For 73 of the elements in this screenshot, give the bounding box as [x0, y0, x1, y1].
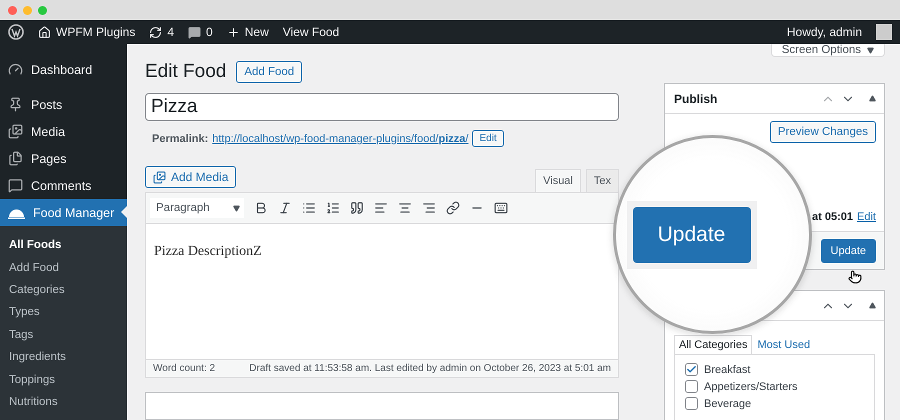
format-select[interactable]: Paragraph [150, 198, 244, 218]
sidebar-item[interactable]: Dashboard [0, 56, 127, 83]
align-center-icon[interactable] [398, 201, 412, 216]
submenu-item[interactable]: Nutritions [0, 390, 127, 414]
home-icon [38, 26, 51, 38]
category-checkbox[interactable] [685, 397, 698, 410]
greeting-link[interactable]: Howdy, admin [786, 25, 862, 39]
wordpress-logo[interactable] [8, 24, 24, 40]
link-icon[interactable] [446, 201, 460, 216]
collapse-icon[interactable] [869, 302, 876, 309]
sidebar-item[interactable]: Media [0, 118, 127, 145]
submenu-item[interactable]: Add Food [0, 256, 127, 279]
numbered-list-icon[interactable] [326, 201, 340, 216]
bold-icon[interactable] [254, 201, 268, 216]
submenu-item[interactable]: Types [0, 301, 127, 324]
updates-link[interactable]: 4 [149, 25, 174, 39]
category-checkbox[interactable] [685, 363, 698, 376]
new-link[interactable]: New [226, 25, 269, 39]
panel-title: Publish [674, 92, 718, 106]
align-right-icon[interactable] [422, 201, 436, 216]
dropdown-caret-icon [233, 204, 240, 212]
plus-icon [226, 26, 240, 38]
word-count: Word count: 2 [153, 362, 216, 374]
align-left-icon[interactable] [374, 201, 388, 216]
editor-tab[interactable]: Tex [586, 169, 619, 192]
add-media-button[interactable]: Add Media [145, 166, 236, 188]
collapse-icon[interactable] [869, 95, 876, 102]
toolbar-toggle-icon[interactable] [494, 201, 508, 216]
editor-content[interactable]: Pizza DescriptionZ [154, 244, 262, 260]
magnified-update-label: Update [632, 206, 750, 262]
pages-icon [8, 151, 23, 166]
draft-status: Draft saved at 11:53:58 am. Last edited by admin on October 26, 2023 at 5:01 am [249, 362, 611, 374]
bulleted-list-icon[interactable] [302, 201, 316, 216]
title-field[interactable]: Pizza [145, 93, 619, 122]
permalink-label: Permalink: [152, 132, 208, 145]
media-icon [153, 170, 166, 184]
italic-icon[interactable] [278, 201, 292, 216]
sidebar-item[interactable]: Comments [0, 172, 127, 199]
submenu-item[interactable]: All Foods [0, 234, 127, 256]
dropdown-caret-icon [867, 46, 874, 54]
view-food-link[interactable]: View Food [282, 25, 340, 39]
category-label: Beverage [704, 398, 752, 410]
sidebar-item[interactable]: Food Manager [0, 199, 127, 226]
page-title: Edit Food [145, 60, 226, 83]
submenu-item[interactable]: Categories [0, 278, 127, 302]
submenu-item[interactable]: Ingredients [0, 346, 127, 368]
category-tab[interactable]: All Categories [674, 335, 752, 354]
submenu-item[interactable]: Tags [0, 324, 127, 346]
comment-icon [188, 26, 202, 38]
update-button[interactable]: Update [820, 238, 876, 262]
media-icon [8, 124, 23, 139]
quote-icon[interactable] [350, 201, 364, 216]
category-label: Appetizers/Starters [704, 380, 798, 392]
comment-icon [8, 178, 23, 193]
edit-schedule-link[interactable]: Edit [857, 211, 876, 223]
comments-link[interactable]: 0 [188, 25, 213, 39]
site-name-link[interactable]: WPFM Plugins [38, 25, 136, 39]
add-food-button[interactable]: Add Food [236, 60, 302, 83]
category-checkbox[interactable] [685, 380, 698, 393]
refresh-icon [149, 26, 162, 38]
sidebar-item[interactable]: Posts [0, 91, 127, 118]
dashboard-icon [8, 62, 23, 77]
schedule-text: at 05:01 [812, 211, 854, 223]
sidebar-item[interactable]: Pages [0, 145, 127, 172]
category-label: Breakfast [704, 364, 750, 376]
submenu-item[interactable]: Toppings [0, 368, 127, 391]
edit-permalink-button[interactable]: Edit [472, 130, 504, 148]
permalink-link[interactable]: http://localhost/wp-food-manager-plugins/food/pizza/ [212, 132, 468, 145]
food-cloche-icon [8, 206, 25, 218]
editor-tab[interactable]: Visual [535, 169, 581, 192]
screen-options-button[interactable]: Screen Options [770, 44, 885, 57]
preview-changes-button[interactable]: Preview Changes [770, 121, 876, 143]
pin-icon [8, 97, 23, 112]
